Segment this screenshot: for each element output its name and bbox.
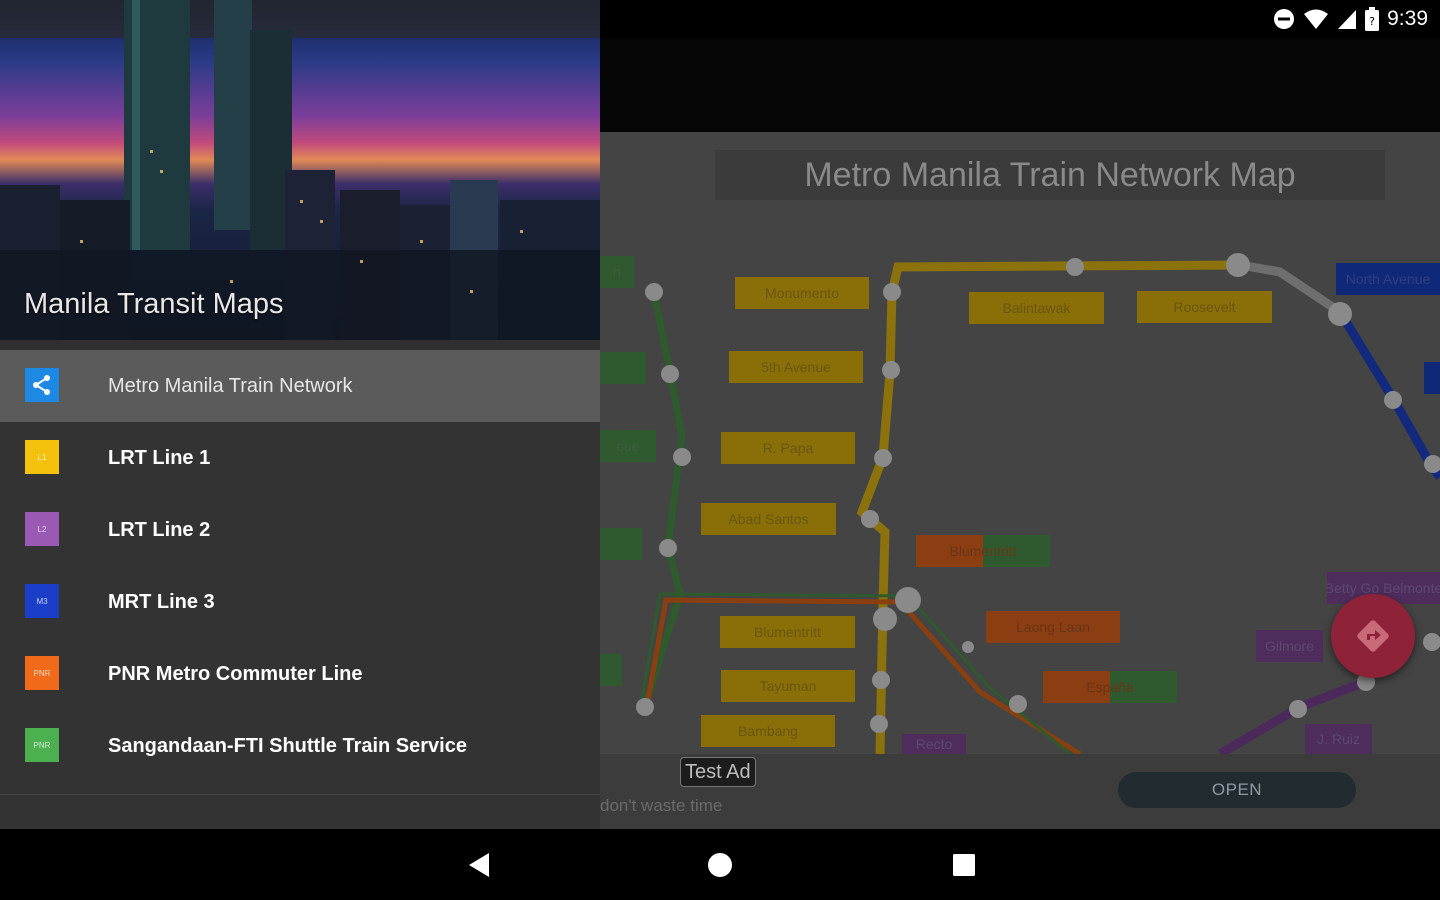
station-label-blumentritt-lrt[interactable]: Blumentritt — [720, 616, 855, 648]
menu-item-sangandaan-fti-shuttle[interactable]: PNR Sangandaan-FTI Shuttle Train Service — [0, 710, 600, 782]
station-label-gilmore[interactable]: Gilmore — [1256, 630, 1323, 662]
menu-item-label: Sangandaan-FTI Shuttle Train Service — [108, 734, 467, 757]
station-label-partial: cue — [600, 430, 656, 462]
system-navigation-bar — [0, 829, 1440, 900]
station-label-j-ruiz[interactable]: J. Ruiz — [1305, 724, 1372, 754]
test-ad-badge: Test Ad — [680, 757, 756, 787]
dnd-icon — [1274, 9, 1295, 29]
station-label-tayuman[interactable]: Tayuman — [721, 670, 855, 702]
station-label-espana[interactable]: España — [1043, 671, 1177, 703]
directions-icon — [1357, 620, 1389, 652]
station-label-abad-santos[interactable]: Abad Santos — [701, 503, 836, 535]
train-network-map[interactable]: Metro Manila Train Network Map n cue Mon… — [600, 132, 1440, 754]
yellow-line-lrt1 — [887, 260, 1241, 294]
signal-icon — [1338, 10, 1357, 29]
station-label-blumentritt-pnr[interactable]: Blumentritt — [916, 535, 1050, 567]
drawer-header-title: Manila Transit Maps — [24, 288, 284, 320]
menu-item-label: LRT Line 2 — [108, 518, 211, 541]
station-label-bambang[interactable]: Bambang — [701, 715, 835, 747]
station-label-monumento[interactable]: Monumento — [735, 277, 869, 309]
menu-item-lrt-line-1[interactable]: L1 LRT Line 1 — [0, 422, 600, 494]
ad-banner[interactable]: Test Ad don't waste time OPEN — [600, 754, 1440, 829]
drawer-header-gap — [0, 340, 600, 350]
drawer-divider — [0, 794, 600, 795]
lrt2-icon: L2 — [25, 512, 59, 546]
station-label-roosevelt[interactable]: Roosevelt — [1137, 291, 1272, 323]
mrt3-icon: M3 — [25, 584, 59, 618]
app-toolbar — [600, 38, 1440, 132]
menu-item-label: MRT Line 3 — [108, 590, 215, 613]
status-icons: ? 9:39 — [1273, 6, 1428, 32]
menu-item-label: PNR Metro Commuter Line — [108, 662, 363, 685]
station-label-north-avenue[interactable]: North Avenue — [1336, 263, 1440, 295]
share-network-icon — [25, 368, 59, 402]
station-label-partial-blue — [1424, 362, 1440, 394]
station-label-partial — [600, 528, 642, 560]
directions-fab[interactable] — [1331, 594, 1415, 678]
status-time: 9:39 — [1387, 7, 1428, 30]
station-label-5th-avenue[interactable]: 5th Avenue — [729, 351, 863, 383]
menu-item-label: Metro Manila Train Network — [108, 374, 353, 397]
station-label-recto[interactable]: Recto — [902, 734, 966, 754]
back-icon — [469, 853, 489, 877]
wifi-icon — [1304, 9, 1329, 29]
battery-icon: ? — [1365, 7, 1380, 31]
station-label-balintawak[interactable]: Balintawak — [969, 292, 1104, 324]
recents-icon — [953, 854, 975, 876]
menu-item-lrt-line-2[interactable]: L2 LRT Line 2 — [0, 494, 600, 566]
navigation-drawer: Manila Transit Maps Metro Manila Train N… — [0, 0, 600, 829]
station-label-partial: n — [600, 256, 634, 288]
svg-text:?: ? — [1369, 15, 1375, 28]
drawer-menu: Metro Manila Train Network L1 LRT Line 1… — [0, 350, 600, 782]
drawer-header-image: Manila Transit Maps — [0, 0, 600, 340]
back-button[interactable] — [461, 847, 497, 883]
lrt1-icon: L1 — [25, 440, 59, 474]
home-button[interactable] — [702, 847, 738, 883]
ad-subtext: don't waste time — [600, 796, 723, 815]
ad-open-button[interactable]: OPEN — [1118, 772, 1356, 808]
menu-item-metro-manila-train-network[interactable]: Metro Manila Train Network — [0, 350, 600, 422]
menu-item-pnr-metro-commuter-line[interactable]: PNR PNR Metro Commuter Line — [0, 638, 600, 710]
station-label-laong-laan[interactable]: Laong Laan — [986, 611, 1120, 643]
pnr-icon: PNR — [25, 656, 59, 690]
station-label-partial — [600, 654, 622, 686]
home-icon — [708, 853, 732, 877]
menu-item-mrt-line-3[interactable]: M3 MRT Line 3 — [0, 566, 600, 638]
station-label-partial — [600, 352, 646, 384]
station-label-r-papa[interactable]: R. Papa — [721, 432, 855, 464]
pnr-shuttle-icon: PNR — [25, 728, 59, 762]
status-bar: ? 9:39 — [600, 0, 1440, 38]
menu-item-label: LRT Line 1 — [108, 446, 211, 469]
recents-button[interactable] — [946, 847, 982, 883]
